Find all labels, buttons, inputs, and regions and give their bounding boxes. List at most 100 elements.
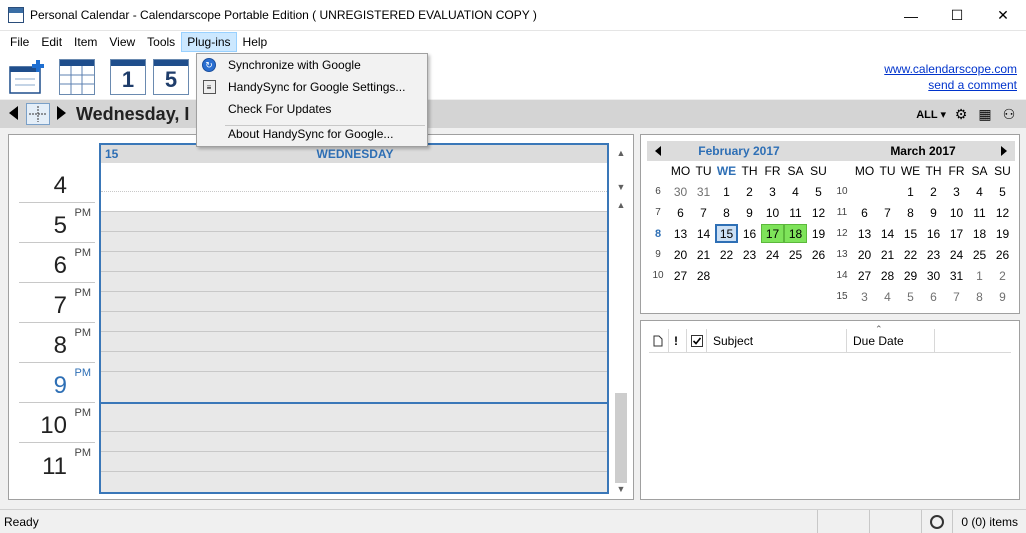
calendar-day[interactable]: 22: [715, 245, 738, 264]
next-month-arrow-icon[interactable]: [1001, 146, 1007, 156]
calendar-day[interactable]: 24: [761, 245, 784, 264]
scroll-down-arrow-icon[interactable]: ▼: [615, 483, 627, 495]
chevron-down-icon[interactable]: ▼: [615, 181, 627, 193]
gear-icon[interactable]: ⚙: [952, 105, 970, 123]
calendar-day[interactable]: 31: [945, 266, 968, 285]
minimize-button[interactable]: —: [888, 0, 934, 31]
appointment-grid[interactable]: [99, 143, 609, 494]
calendar-grid-icon[interactable]: ▦: [976, 105, 994, 123]
calendar-day[interactable]: 14: [876, 224, 899, 243]
calendar-day[interactable]: 18: [968, 224, 991, 243]
status-sync[interactable]: [921, 510, 952, 533]
day-view-scrollbar[interactable]: ▲ ▼ ▲ ▼: [613, 139, 629, 497]
menu-check-updates[interactable]: Check For Updates: [197, 98, 427, 120]
next-arrow-icon[interactable]: [57, 106, 66, 120]
calendar-day[interactable]: 2: [738, 182, 761, 201]
calendar-day[interactable]: 15: [899, 224, 922, 243]
calendar-day[interactable]: 9: [991, 287, 1014, 306]
menu-item[interactable]: Item: [68, 32, 103, 52]
website-link[interactable]: www.calendarscope.com: [884, 62, 1017, 76]
calendar-day[interactable]: 21: [692, 245, 715, 264]
menu-tools[interactable]: Tools: [141, 32, 181, 52]
new-item-button[interactable]: [9, 59, 45, 95]
calendar-day[interactable]: 30: [669, 182, 692, 201]
calendar-day[interactable]: 6: [922, 287, 945, 306]
calendar-day[interactable]: 3: [853, 287, 876, 306]
column-due-date[interactable]: Due Date: [847, 329, 935, 352]
calendar-day[interactable]: 2: [922, 182, 945, 201]
menu-help[interactable]: Help: [237, 32, 274, 52]
calendar-day[interactable]: 4: [876, 287, 899, 306]
calendar-day[interactable]: 12: [807, 203, 830, 222]
calendar-day[interactable]: 23: [738, 245, 761, 264]
menu-view[interactable]: View: [103, 32, 141, 52]
previous-arrow-icon[interactable]: [9, 106, 18, 120]
calendar-day[interactable]: 4: [784, 182, 807, 201]
menu-edit[interactable]: Edit: [35, 32, 68, 52]
calendar-day[interactable]: 8: [715, 203, 738, 222]
calendar-day[interactable]: 10: [945, 203, 968, 222]
calendar-day[interactable]: 22: [899, 245, 922, 264]
column-type[interactable]: [649, 329, 669, 352]
calendar-day[interactable]: 5: [807, 182, 830, 201]
calendar-day[interactable]: 29: [899, 266, 922, 285]
calendar-day[interactable]: 20: [853, 245, 876, 264]
calendar-day-marked[interactable]: 18: [784, 224, 807, 243]
calendar-day[interactable]: 13: [669, 224, 692, 243]
calendar-day[interactable]: 20: [669, 245, 692, 264]
calendar-day[interactable]: 16: [922, 224, 945, 243]
calendar-day[interactable]: 26: [807, 245, 830, 264]
calendar-day-today[interactable]: 15: [715, 224, 738, 243]
calendar-day[interactable]: 25: [784, 245, 807, 264]
calendar-day[interactable]: 9: [738, 203, 761, 222]
calendar-day[interactable]: 16: [738, 224, 761, 243]
binoculars-icon[interactable]: ⚇: [1000, 105, 1018, 123]
calendar-day[interactable]: 5: [991, 182, 1014, 201]
calendar-day[interactable]: 26: [991, 245, 1014, 264]
category-filter[interactable]: ALL ▾: [916, 108, 946, 121]
chevron-up-icon[interactable]: ▲: [615, 147, 627, 159]
menu-plugins[interactable]: Plug-ins: [181, 32, 237, 52]
calendar-day[interactable]: 2: [991, 266, 1014, 285]
scroll-thumb[interactable]: [615, 393, 627, 483]
calendar-day[interactable]: 19: [807, 224, 830, 243]
calendar-day[interactable]: 6: [853, 203, 876, 222]
calendar-day-marked[interactable]: 17: [761, 224, 784, 243]
calendar-day[interactable]: 14: [692, 224, 715, 243]
calendar-day[interactable]: 27: [853, 266, 876, 285]
workweek-view-button[interactable]: 5: [153, 59, 189, 95]
menu-about-handysync[interactable]: About HandySync for Google...: [197, 123, 427, 145]
close-button[interactable]: ✕: [980, 0, 1026, 31]
calendar-day[interactable]: 8: [968, 287, 991, 306]
calendar-day[interactable]: 1: [968, 266, 991, 285]
calendar-day[interactable]: 11: [784, 203, 807, 222]
calendar-day[interactable]: 4: [968, 182, 991, 201]
calendar-day[interactable]: 3: [945, 182, 968, 201]
calendar-day[interactable]: 19: [991, 224, 1014, 243]
calendar-day[interactable]: 17: [945, 224, 968, 243]
calendar-day[interactable]: 6: [669, 203, 692, 222]
prev-month-arrow-icon[interactable]: [655, 146, 661, 156]
calendar-day[interactable]: 25: [968, 245, 991, 264]
column-completed[interactable]: [687, 329, 707, 352]
calendar-day[interactable]: 30: [922, 266, 945, 285]
calendar-day[interactable]: 13: [853, 224, 876, 243]
maximize-button[interactable]: ☐: [934, 0, 980, 31]
day-view-button[interactable]: 1: [110, 59, 146, 95]
column-priority[interactable]: !: [669, 329, 687, 352]
calendar-day[interactable]: 21: [876, 245, 899, 264]
calendar-day[interactable]: 10: [761, 203, 784, 222]
calendar-day[interactable]: 7: [876, 203, 899, 222]
month-view-button[interactable]: [59, 59, 95, 95]
calendar-day[interactable]: 23: [922, 245, 945, 264]
calendar-day[interactable]: 9: [922, 203, 945, 222]
calendar-day[interactable]: 27: [669, 266, 692, 285]
calendar-day[interactable]: 28: [692, 266, 715, 285]
go-today-button[interactable]: [26, 103, 50, 125]
calendar-day[interactable]: 31: [692, 182, 715, 201]
menu-file[interactable]: File: [4, 32, 35, 52]
column-subject[interactable]: Subject: [707, 329, 847, 352]
calendar-day[interactable]: 12: [991, 203, 1014, 222]
calendar-day[interactable]: 7: [692, 203, 715, 222]
send-comment-link[interactable]: send a comment: [928, 78, 1017, 92]
